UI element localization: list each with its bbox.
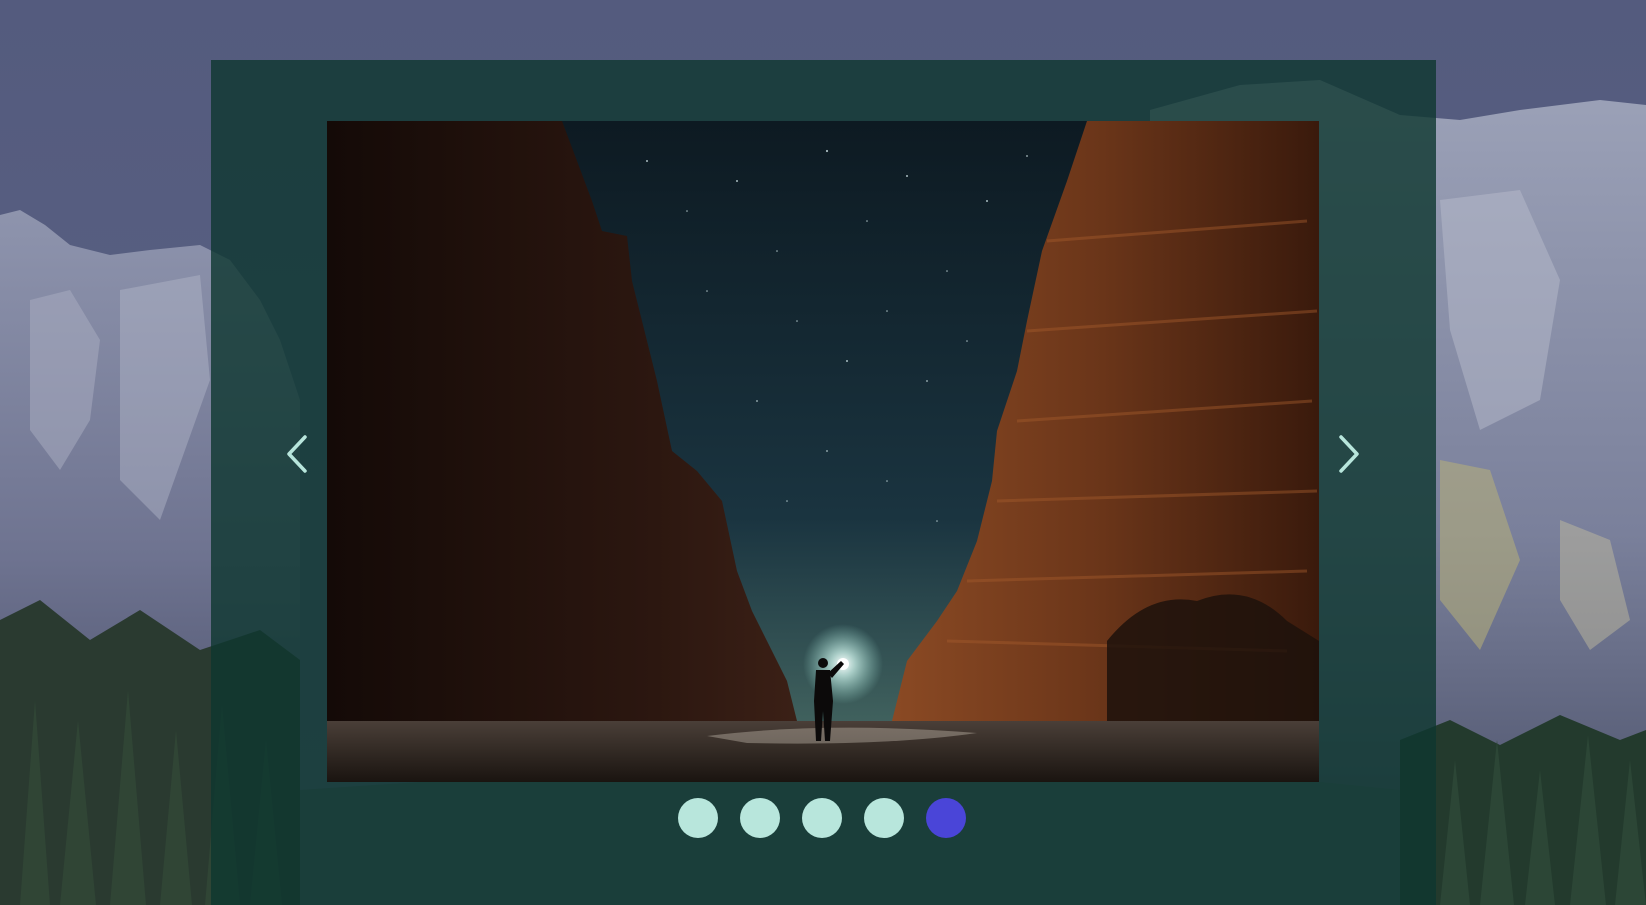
carousel-pagination bbox=[678, 798, 966, 838]
carousel-dot-4[interactable] bbox=[864, 798, 904, 838]
carousel-dot-5-active[interactable] bbox=[926, 798, 966, 838]
carousel-next-button[interactable] bbox=[1329, 424, 1369, 484]
chevron-right-icon bbox=[1337, 435, 1361, 473]
page bbox=[0, 0, 1646, 905]
carousel-slide-image bbox=[327, 121, 1319, 782]
chevron-left-icon bbox=[285, 435, 309, 473]
carousel-dot-3[interactable] bbox=[802, 798, 842, 838]
carousel-prev-button[interactable] bbox=[277, 424, 317, 484]
carousel-dot-2[interactable] bbox=[740, 798, 780, 838]
carousel-dot-1[interactable] bbox=[678, 798, 718, 838]
